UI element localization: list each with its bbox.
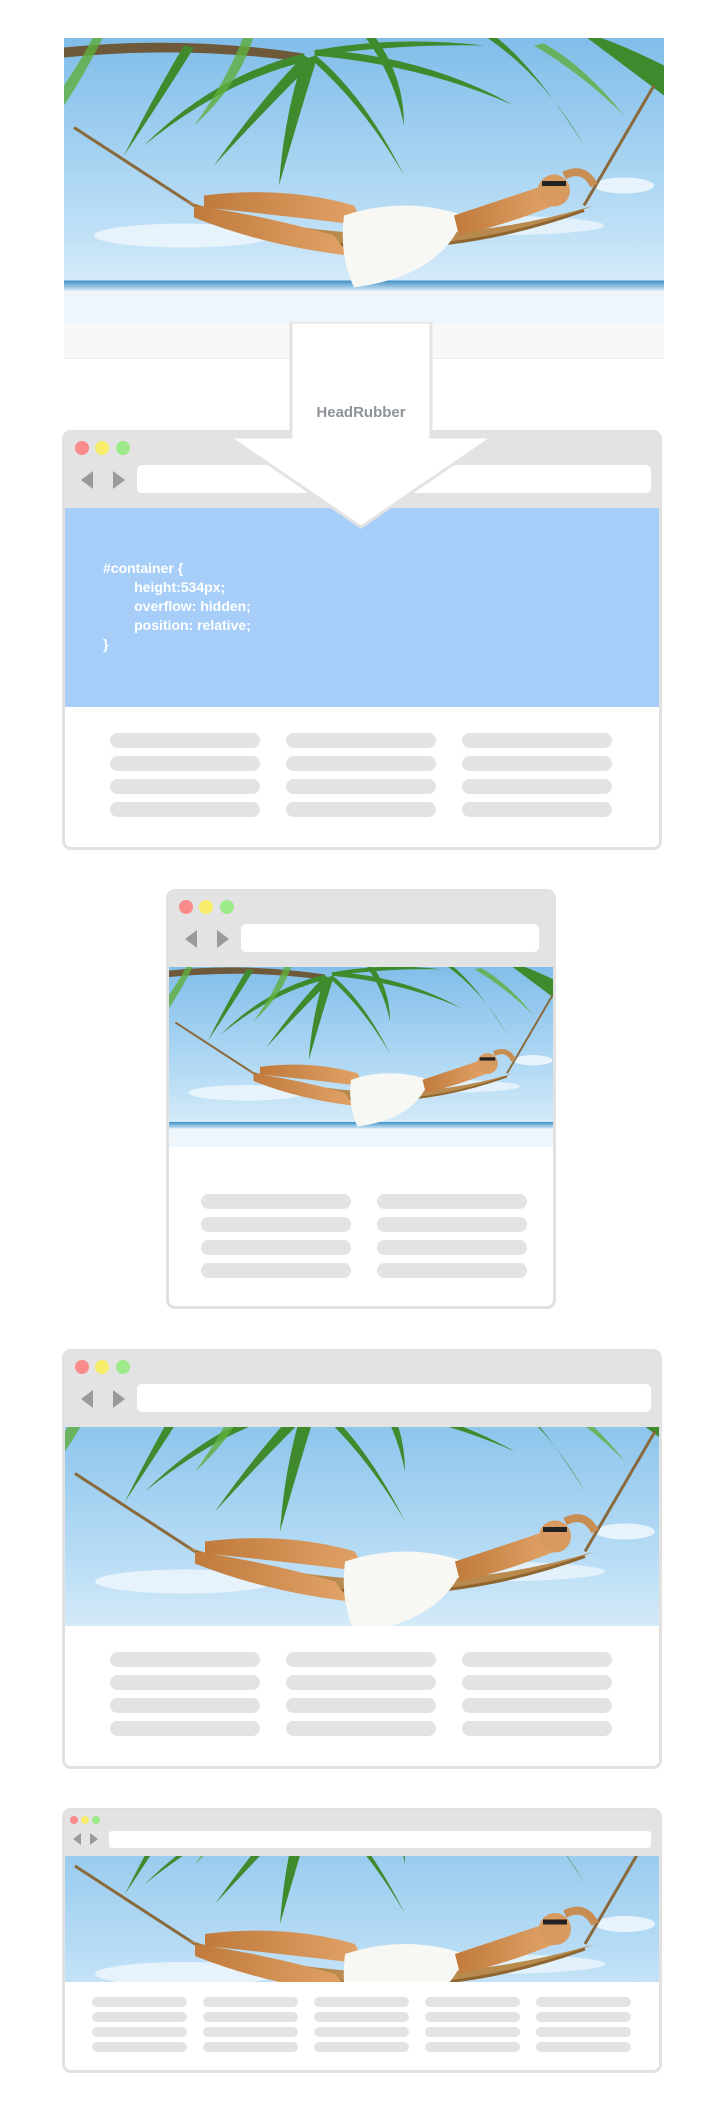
address-bar[interactable] — [109, 1831, 651, 1848]
back-arrow-icon[interactable] — [81, 471, 93, 489]
browser-window-tablet — [166, 889, 556, 1309]
browser-window-desktop — [62, 1349, 662, 1769]
forward-arrow-icon[interactable] — [113, 1390, 125, 1408]
maximize-dot[interactable] — [116, 1360, 130, 1374]
css-line-2: height:534px; — [103, 579, 226, 595]
hero-photo — [65, 1427, 662, 1626]
hammock-photo-icon — [65, 1856, 662, 1982]
forward-arrow-icon[interactable] — [217, 930, 229, 948]
close-dot[interactable] — [179, 900, 193, 914]
minimize-dot[interactable] — [95, 441, 109, 455]
css-line-4: position: relative; — [103, 617, 251, 633]
back-arrow-icon[interactable] — [185, 930, 197, 948]
hero-photo — [65, 1856, 662, 1982]
close-dot[interactable] — [70, 1816, 78, 1824]
address-bar[interactable] — [241, 924, 539, 952]
close-dot[interactable] — [75, 441, 89, 455]
browser-toolbar — [169, 892, 553, 967]
maximize-dot[interactable] — [92, 1816, 100, 1824]
back-arrow-icon[interactable] — [81, 1390, 93, 1408]
back-arrow-icon[interactable] — [73, 1833, 81, 1845]
minimize-dot[interactable] — [81, 1816, 89, 1824]
browser-toolbar — [65, 1811, 659, 1856]
hammock-photo-icon — [169, 967, 556, 1147]
minimize-dot[interactable] — [199, 900, 213, 914]
css-line-3: overflow: hidden; — [103, 598, 251, 614]
close-dot[interactable] — [75, 1360, 89, 1374]
maximize-dot[interactable] — [116, 441, 130, 455]
browser-toolbar — [65, 1352, 659, 1427]
browser-window-wide — [62, 1808, 662, 2073]
hammock-photo-icon — [64, 38, 664, 323]
css-line-5: } — [103, 636, 109, 652]
arrow-label: HeadRubber — [316, 404, 406, 421]
code-panel: #container { height:534px; overflow: hid… — [65, 508, 659, 707]
hero-photo — [64, 38, 664, 323]
down-arrow-icon — [228, 322, 498, 529]
forward-arrow-icon[interactable] — [113, 471, 125, 489]
maximize-dot[interactable] — [220, 900, 234, 914]
minimize-dot[interactable] — [95, 1360, 109, 1374]
hammock-photo-icon — [65, 1427, 662, 1626]
hero-photo — [169, 967, 556, 1147]
css-line-1: #container { — [103, 560, 184, 576]
address-bar[interactable] — [137, 1384, 651, 1412]
forward-arrow-icon[interactable] — [90, 1833, 98, 1845]
